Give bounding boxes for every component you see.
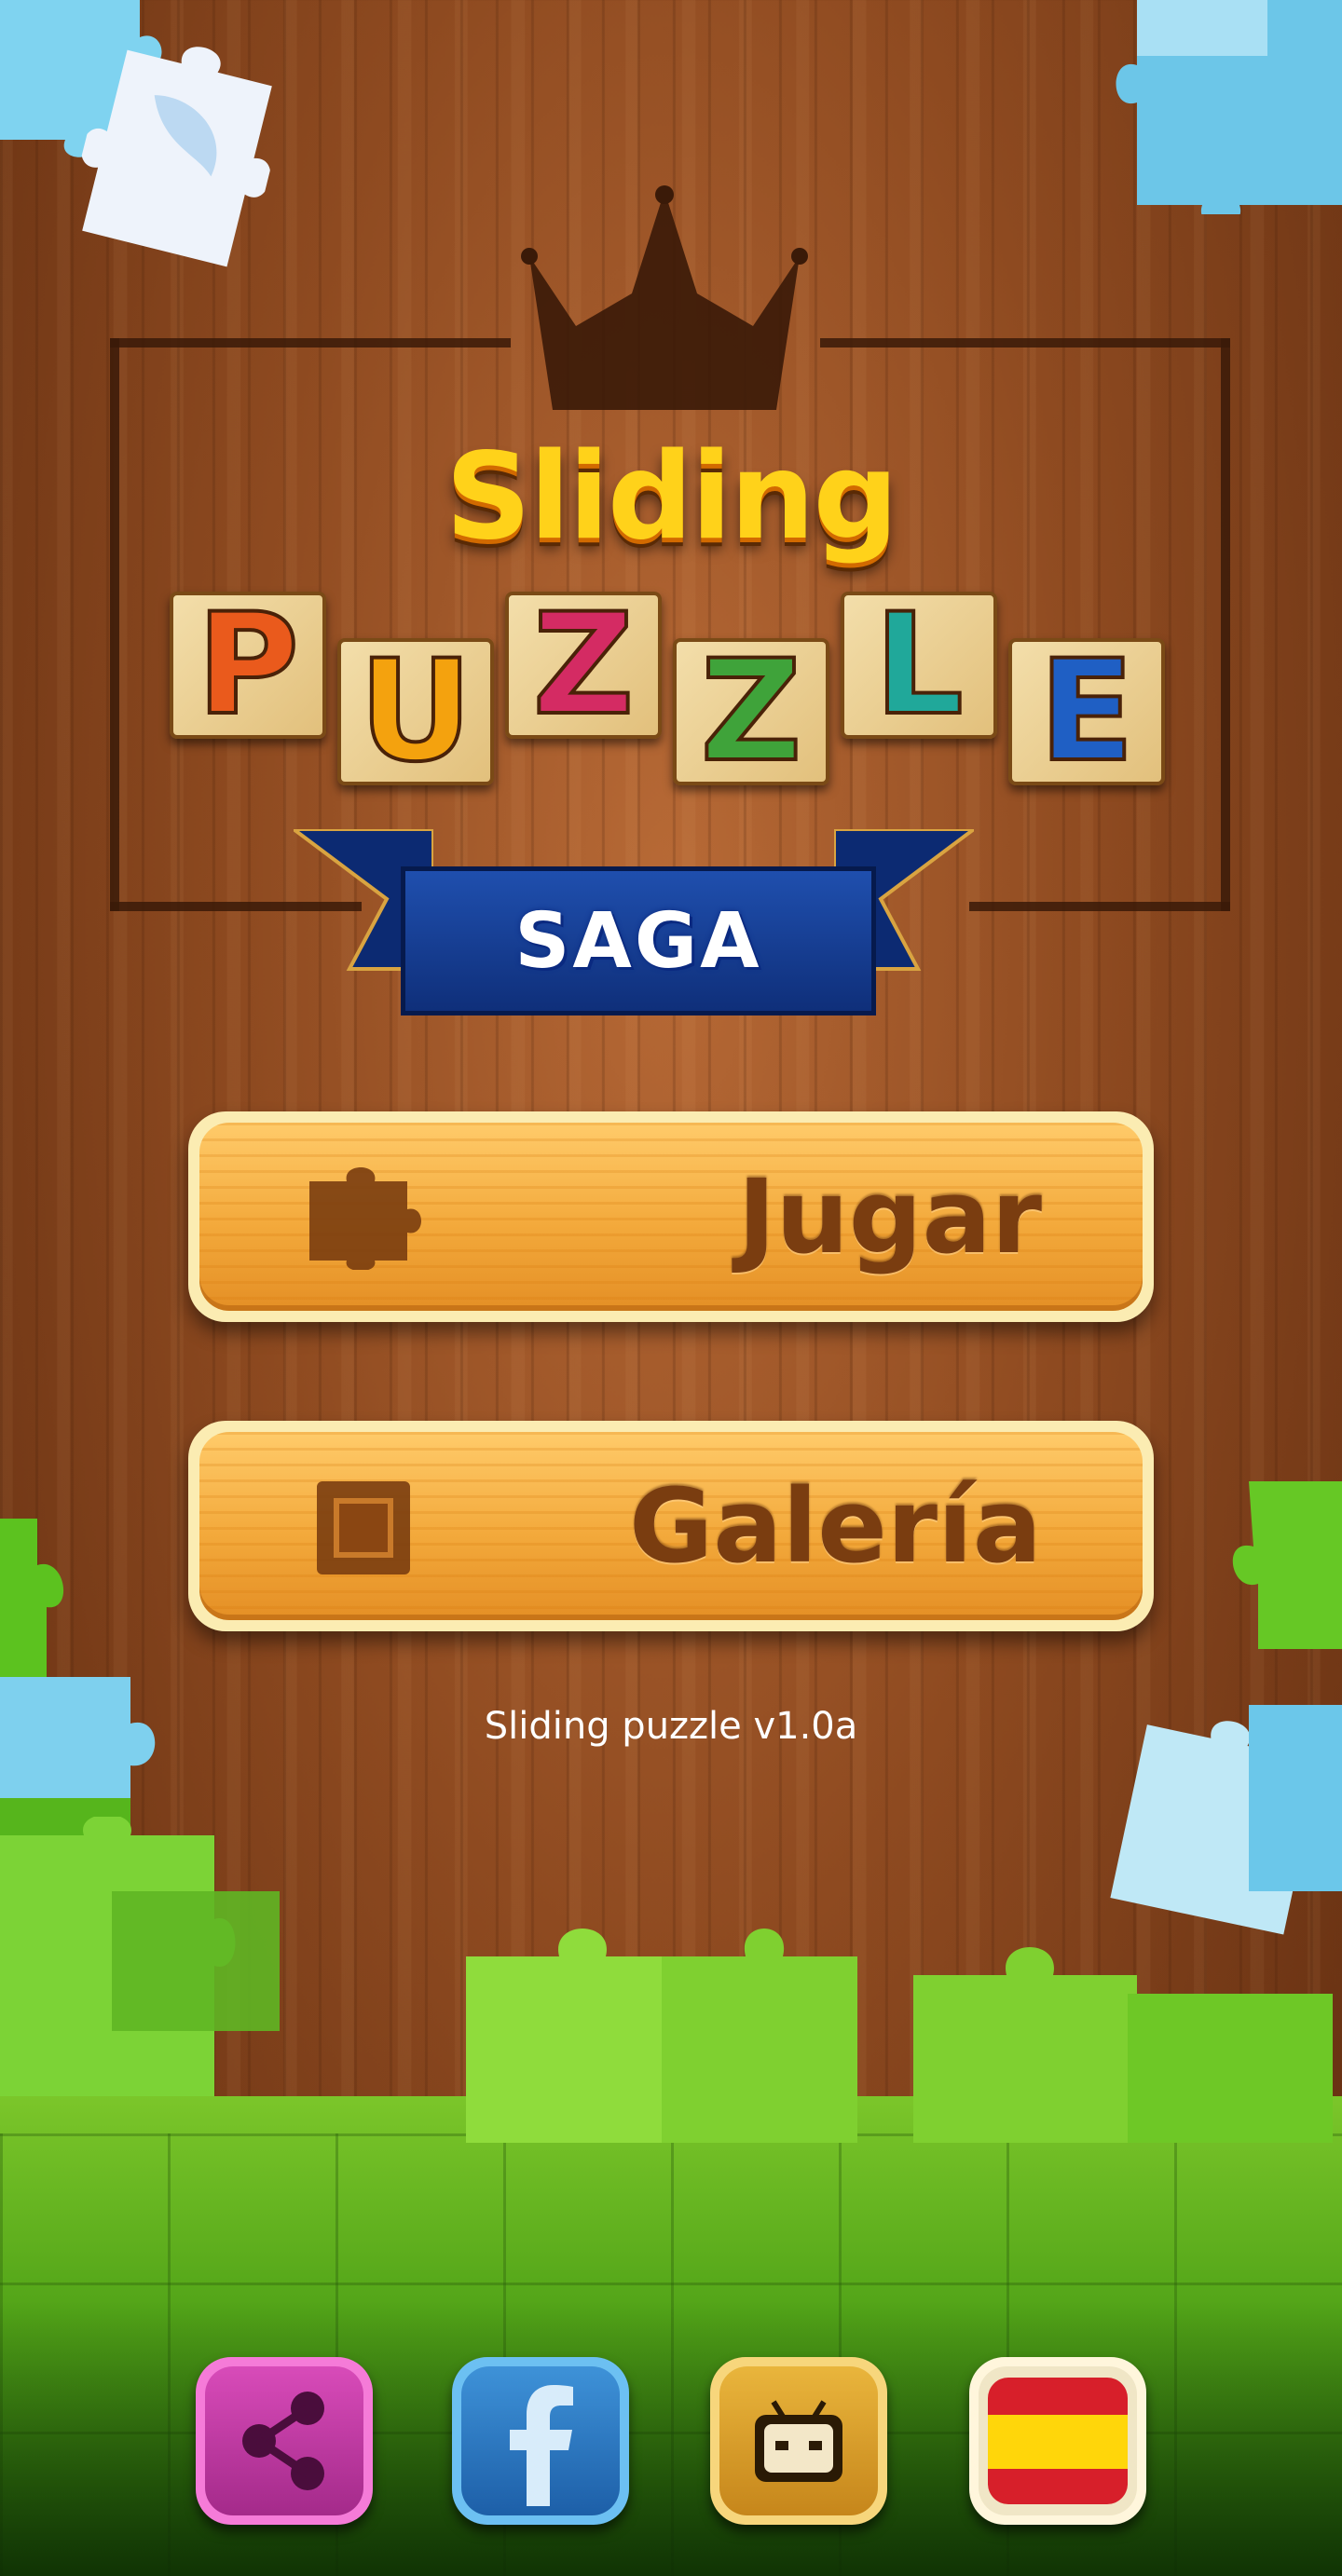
logo-letter-tile: E [1008,638,1165,785]
logo-puzzle-letters: P U Z Z L E [170,592,1176,785]
spain-flag-icon [988,2378,1128,2504]
logo-letter-tile: P [170,592,326,739]
logo-letter: L [872,584,965,746]
language-button[interactable] [969,2357,1146,2525]
share-icon [242,2392,324,2490]
logo-frame [110,338,511,348]
play-button-label: Jugar [737,1157,1042,1276]
puzzle-piece-decoration [913,1947,1333,2143]
puzzle-piece-decoration [1249,1705,1342,1891]
puzzle-piece-decoration [1232,1481,1342,1649]
puzzle-piece-decoration [466,1929,857,2143]
logo-letter-tile: U [337,638,494,785]
logo-letter: Z [531,584,637,746]
logo-frame [1221,338,1230,911]
crown-icon [521,185,808,410]
logo-banner-saga: SAGA [401,866,876,1015]
logo-frame [820,338,1230,348]
share-button[interactable] [196,2357,373,2525]
logo-letter-tile: Z [505,592,662,739]
gallery-button-label: Galería [628,1466,1042,1586]
picture-frame-icon [317,1481,410,1574]
logo-title-sliding: Sliding [445,428,898,566]
logo-letter-tile: Z [673,638,829,785]
logo-letter-tile: L [841,592,997,739]
puzzle-piece-icon [309,1167,421,1270]
puzzle-piece-decoration [1081,0,1342,214]
logo-frame [110,338,119,911]
logo-letter: E [1037,631,1136,793]
facebook-button[interactable] [452,2357,629,2525]
logo-letter: Z [699,631,804,793]
gallery-button[interactable]: Galería [188,1421,1154,1631]
logo-letter: U [357,631,474,793]
facebook-icon [510,2385,573,2506]
robot-icon [755,2400,842,2482]
play-button[interactable]: Jugar [188,1111,1154,1322]
more-games-button[interactable] [710,2357,887,2525]
puzzle-piece-decoration [0,1817,280,2096]
logo-frame [969,902,1230,911]
logo-letter: P [195,584,301,746]
